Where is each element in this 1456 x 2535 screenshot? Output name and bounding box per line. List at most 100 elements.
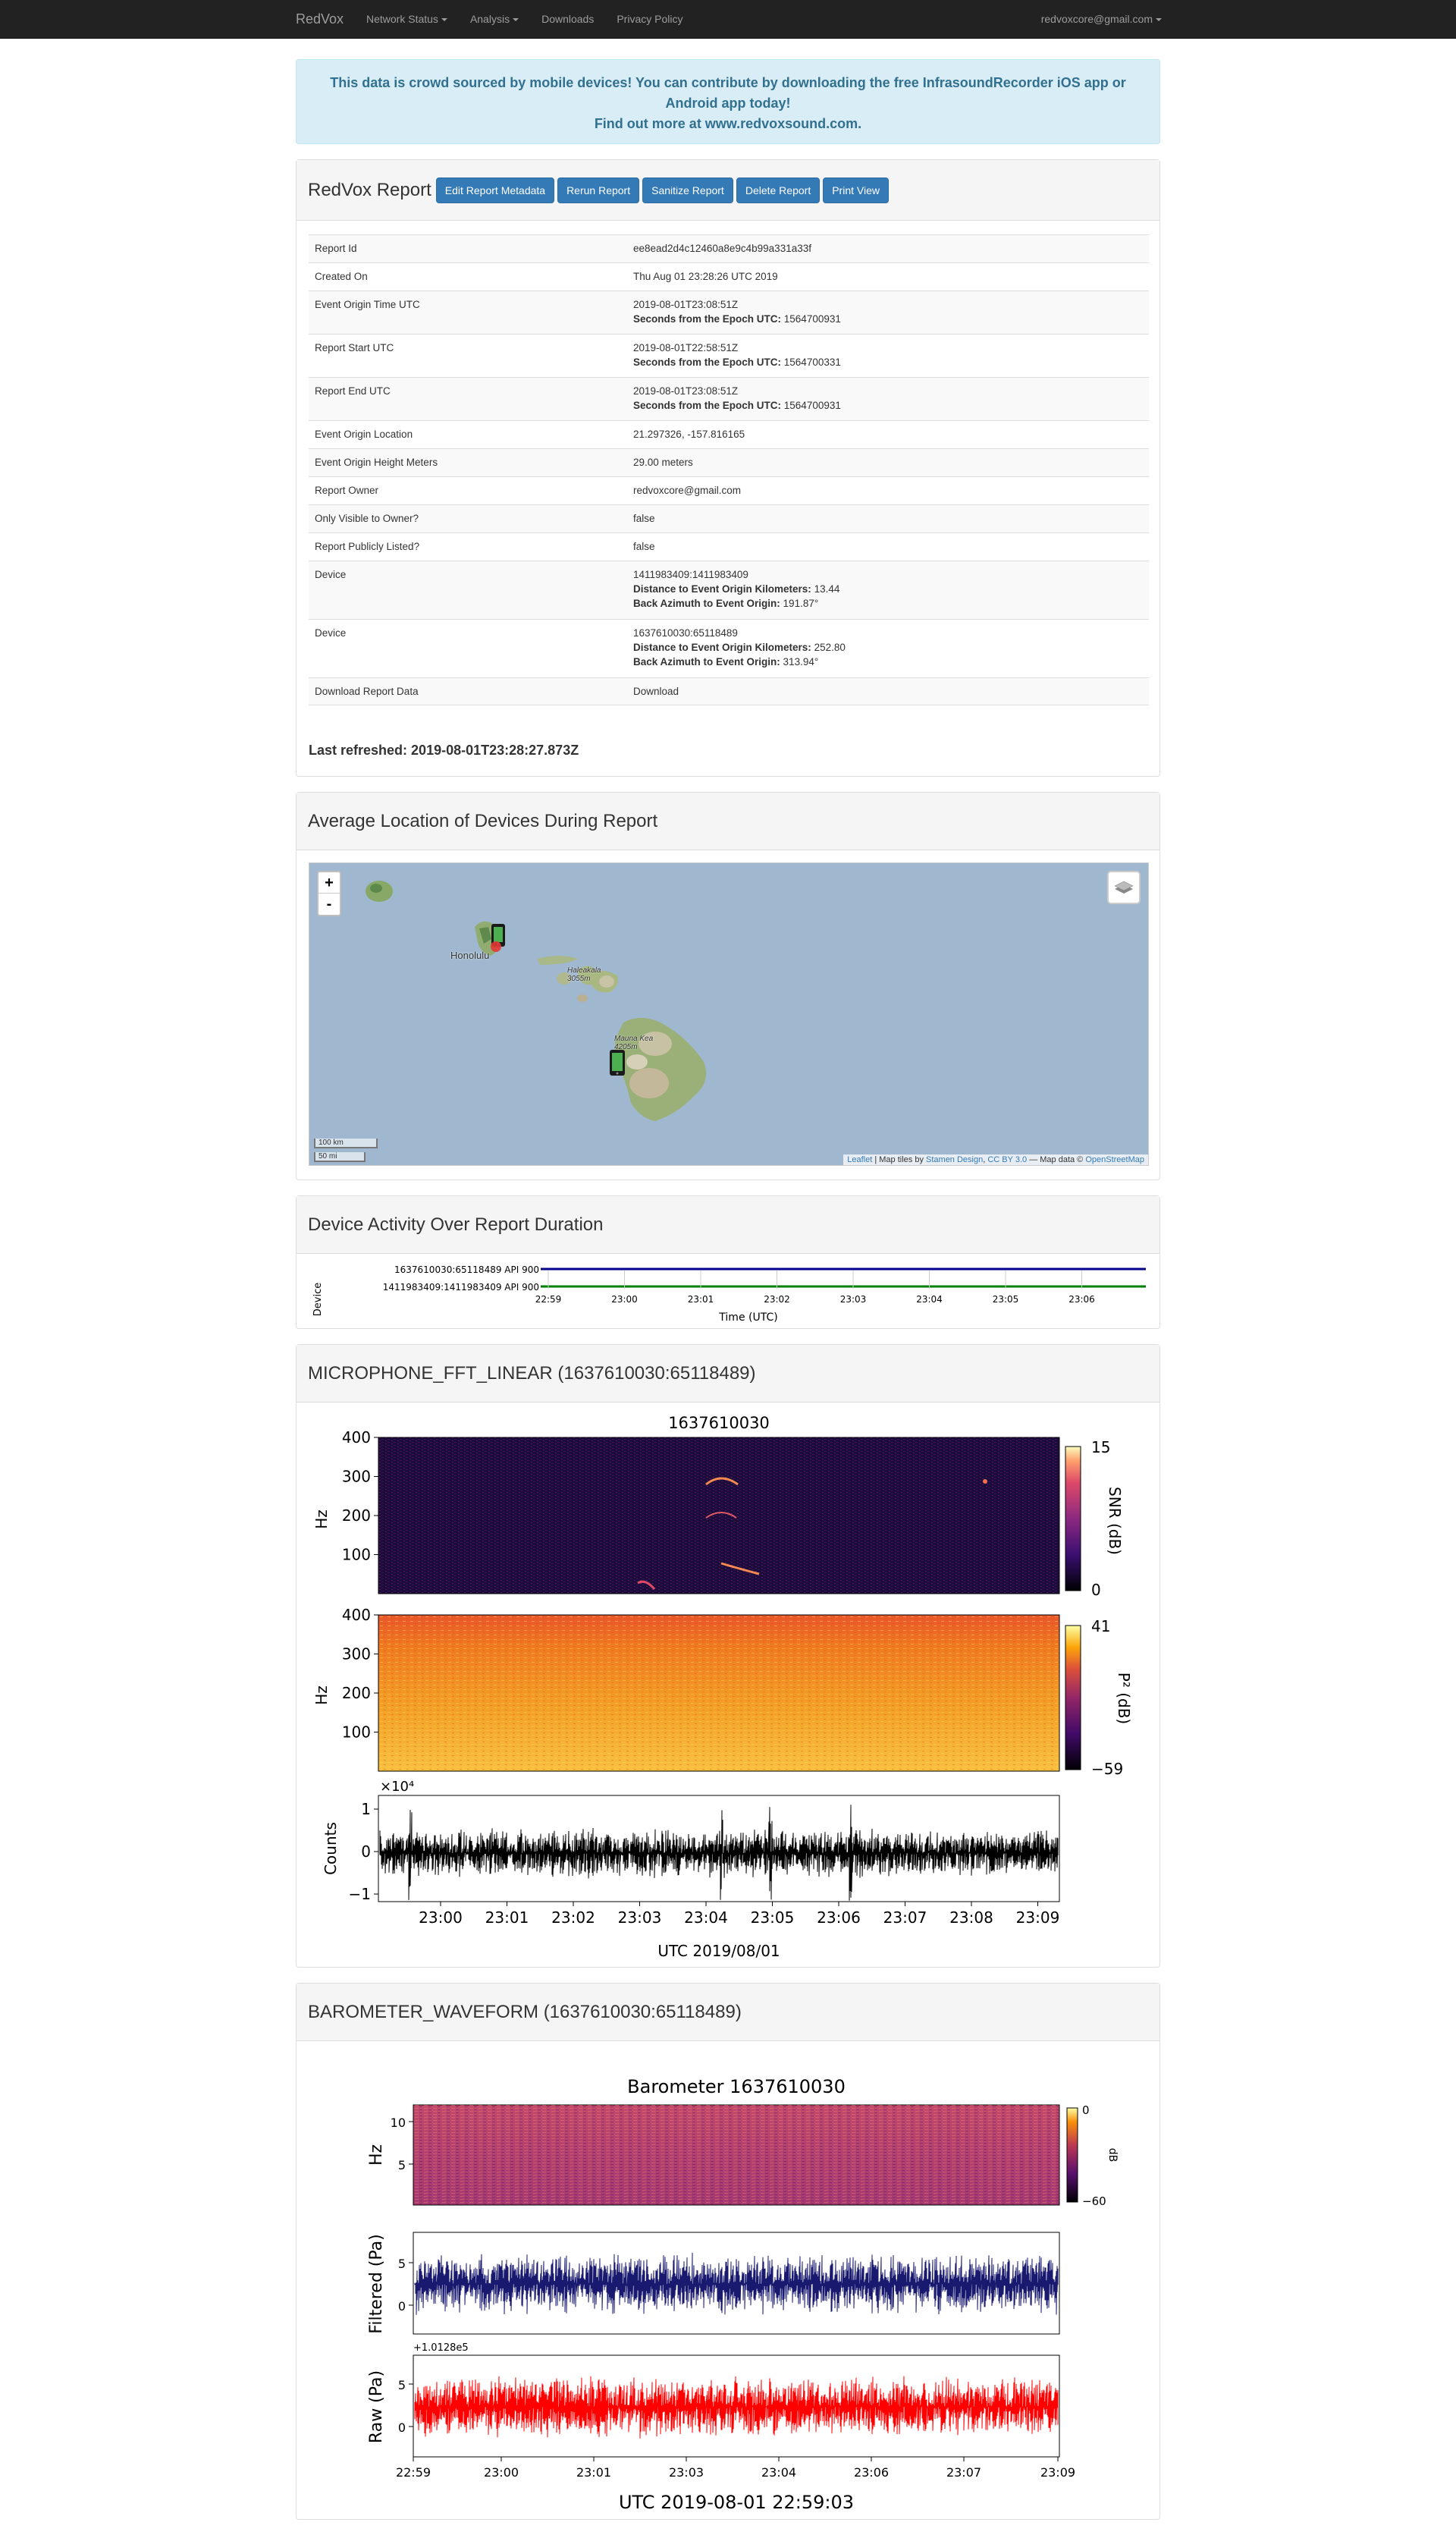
nav-label: Network Status [366, 13, 438, 25]
row-value: ee8ead2d4c12460a8e9c4b99a331a33f [633, 243, 811, 254]
psd-colorbar [1065, 1625, 1081, 1770]
row-value: 2019-08-01T23:08:51Z Seconds from the Ep… [633, 384, 1143, 414]
activity-tick-label: 22:59 [535, 1294, 562, 1305]
row-key: Device [315, 569, 347, 580]
zoom-out-button[interactable]: - [318, 894, 340, 915]
raw-y-ticks: 50 [398, 2378, 413, 2435]
map[interactable]: Honolulu Haleakala 3055m Mauna Kea 4205m… [309, 862, 1149, 1166]
row-key: Event Origin Location [315, 429, 413, 440]
row-key: Report Id [315, 243, 357, 254]
activity-tick-label: 23:02 [764, 1294, 790, 1305]
filtered-y-ticks: 50 [398, 2257, 413, 2314]
zoom-control: + - [317, 871, 341, 916]
value-main: 2019-08-01T22:58:51Z [633, 342, 739, 353]
activity-tick-label: 23:05 [993, 1294, 1019, 1305]
cc-link[interactable]: CC BY 3.0 [987, 1155, 1027, 1164]
table-row: Created On Thu Aug 01 23:28:26 UTC 2019 [309, 262, 1149, 291]
x-tick-label: 23:01 [485, 1908, 529, 1927]
snr-spectrogram [378, 1437, 1060, 1594]
row-value: 1411983409:1411983409 Distance to Event … [633, 567, 1143, 613]
alert-line3: Find out more at www.redvoxsound.com. [594, 116, 862, 131]
y-tick-label: 0 [398, 2420, 406, 2435]
nav-analysis[interactable]: Analysis [459, 0, 530, 39]
x-tick-label: 23:04 [684, 1908, 728, 1927]
device-distance: Distance to Event Origin Kilometers: 252… [633, 640, 1143, 655]
table-row: Report Start UTC 2019-08-01T22:58:51Z Se… [309, 334, 1149, 377]
brand-link[interactable]: RedVox [296, 11, 344, 27]
stamen-link[interactable]: Stamen Design [926, 1155, 983, 1164]
activity-tick-label: 23:04 [916, 1294, 943, 1305]
row-key: Created On [315, 271, 368, 282]
baro-figure: Barometer 1637610030 Hz 10 5 0 −60 dB Fil… [367, 2076, 1119, 2513]
activity-panel-title: Device Activity Over Report Duration [308, 1214, 604, 1235]
download-link[interactable]: Download [633, 684, 1143, 699]
device-marker-2[interactable] [610, 1050, 625, 1076]
row-value: 1637610030:65118489 Distance to Event Or… [633, 626, 1143, 671]
leaflet-link[interactable]: Leaflet [847, 1155, 872, 1164]
table-row: Report Owner redvoxcore@gmail.com [309, 476, 1149, 504]
baro-xlabel: UTC 2019-08-01 22:59:03 [619, 2492, 854, 2513]
baro-colorbar [1066, 2107, 1078, 2203]
counts-exponent: ×10⁴ [380, 1779, 414, 1795]
y-tick-label: 200 [342, 1684, 371, 1702]
distance-label: Distance to Event Origin Kilometers: [633, 583, 811, 595]
azimuth-value: 191.87° [783, 598, 819, 609]
caret-down-icon [441, 18, 447, 22]
x-tick-label: 23:03 [669, 2465, 704, 2480]
zoom-in-button[interactable]: + [318, 872, 340, 894]
table-row: Event Origin Time UTC 2019-08-01T23:08:5… [309, 291, 1149, 334]
rerun-report-button[interactable]: Rerun Report [557, 177, 640, 203]
user-email: redvoxcore@gmail.com [1040, 13, 1153, 25]
attrib-text: — Map data © [1027, 1155, 1086, 1164]
device-id: 1411983409:1411983409 [633, 569, 748, 580]
azimuth-label: Back Azimuth to Event Origin: [633, 656, 780, 668]
y-tick-label: −1 [349, 1885, 371, 1903]
device-distance: Distance to Event Origin Kilometers: 13.… [633, 582, 1143, 596]
report-panel: RedVox Report Edit Report Metadata Rerun… [296, 159, 1160, 777]
print-view-button[interactable]: Print View [823, 177, 889, 203]
label-mauna-kea: Mauna Kea 4205m [614, 1035, 654, 1051]
activity-xlabel: Time (UTC) [718, 1311, 777, 1324]
osm-link[interactable]: OpenStreetMap [1085, 1155, 1144, 1164]
row-value: false [633, 541, 655, 552]
table-row: Only Visible to Owner? false [309, 504, 1149, 532]
fft-plot-title: 1637610030 [668, 1414, 770, 1432]
row-value: 21.297326, -157.816165 [633, 429, 745, 440]
activity-ylabel: Device [312, 1283, 324, 1316]
scale-mi: 50 mi [314, 1152, 366, 1162]
row-value: 29.00 meters [633, 457, 693, 468]
y-tick-label: 1 [361, 1800, 371, 1818]
activity-device-2-label: 1411983409:1411983409 API 900 [383, 1282, 539, 1293]
island-kauai-peak [370, 884, 382, 893]
x-tick-label: 23:09 [1040, 2465, 1075, 2480]
nav-network-status[interactable]: Network Status [355, 0, 459, 39]
map-panel: Average Location of Devices During Repor… [296, 792, 1160, 1180]
value-epoch: Seconds from the Epoch UTC: 1564700331 [633, 355, 1143, 369]
attrib-text: | Map tiles by [872, 1155, 927, 1164]
epoch-label: Seconds from the Epoch UTC: [633, 400, 782, 411]
sanitize-report-button[interactable]: Sanitize Report [642, 177, 733, 203]
nav-downloads[interactable]: Downloads [530, 0, 605, 39]
layers-button[interactable] [1107, 871, 1141, 904]
epoch-label: Seconds from the Epoch UTC: [633, 357, 782, 368]
x-tick-label: 23:00 [484, 2465, 519, 2480]
user-menu[interactable]: redvoxcore@gmail.com [1041, 0, 1162, 39]
counts-label: Counts [322, 1822, 340, 1875]
map-panel-title: Average Location of Devices During Repor… [308, 811, 658, 831]
nav-privacy-policy[interactable]: Privacy Policy [605, 0, 694, 39]
table-row: Report Id ee8ead2d4c12460a8e9c4b99a331a3… [309, 234, 1149, 262]
psd-hz-label: Hz [312, 1685, 331, 1705]
x-tick-label: 22:59 [396, 2465, 431, 2480]
y-tick-label: 5 [398, 2257, 406, 2271]
y-tick-label: 300 [342, 1645, 371, 1663]
y-tick-label: 300 [342, 1468, 371, 1486]
x-tick-label: 23:03 [618, 1908, 662, 1927]
edit-report-metadata-button[interactable]: Edit Report Metadata [435, 177, 555, 203]
baro-plot-title: Barometer 1637610030 [627, 2076, 846, 2097]
y-tick-label: 400 [342, 1428, 371, 1447]
x-tick-label: 23:04 [761, 2465, 796, 2480]
psd-colorbar-max: 41 [1091, 1617, 1110, 1635]
psd-y-ticks: 400 300 200 100 [342, 1606, 378, 1742]
table-row: Event Origin Height Meters 29.00 meters [309, 448, 1149, 476]
delete-report-button[interactable]: Delete Report [736, 177, 821, 203]
